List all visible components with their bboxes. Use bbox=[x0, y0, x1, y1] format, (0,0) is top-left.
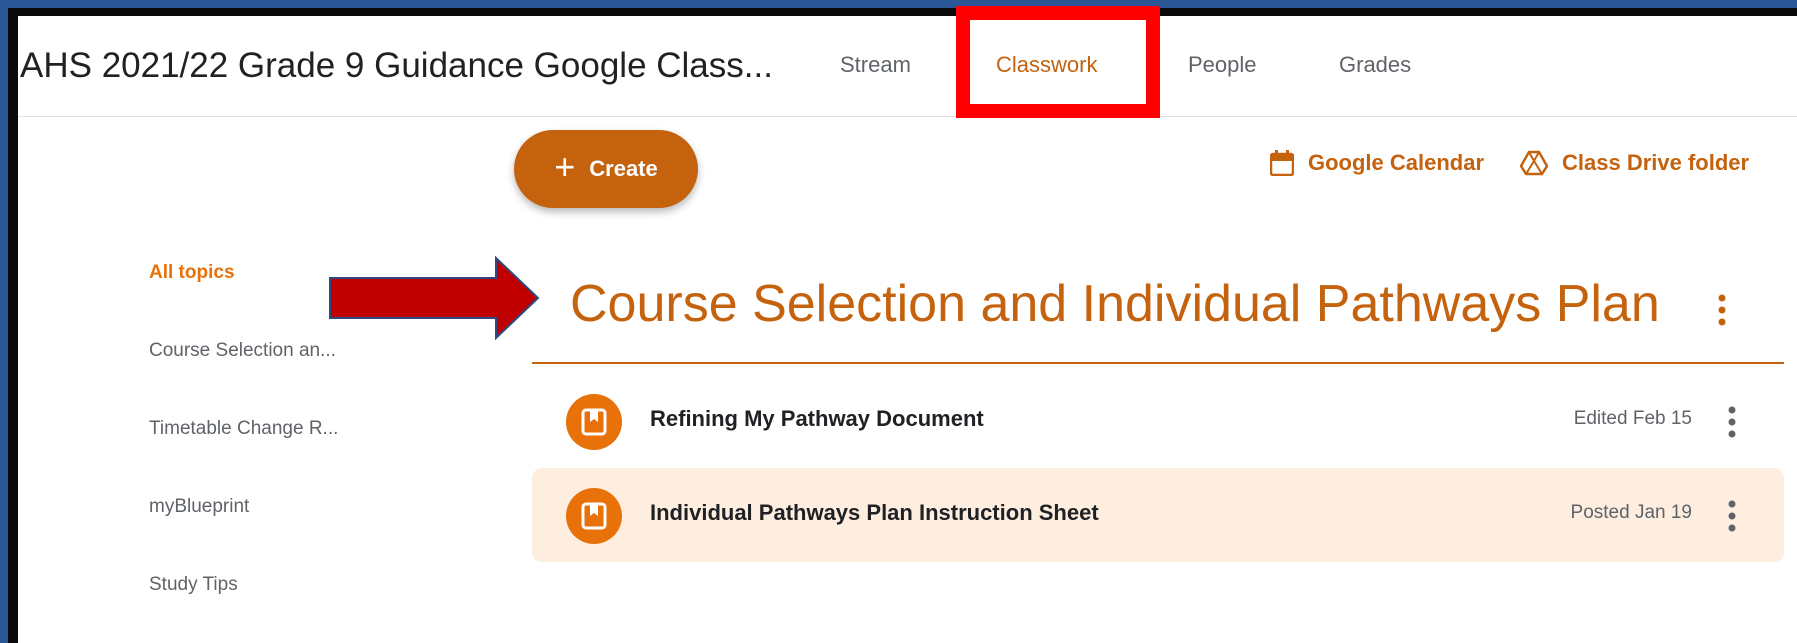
top-bar: AHS 2021/22 Grade 9 Guidance Google Clas… bbox=[18, 16, 1797, 117]
calendar-icon bbox=[1270, 150, 1294, 176]
class-title[interactable]: AHS 2021/22 Grade 9 Guidance Google Clas… bbox=[20, 46, 773, 86]
red-arrow-icon bbox=[329, 256, 540, 340]
create-button[interactable]: + Create bbox=[514, 130, 698, 208]
google-calendar-link[interactable]: Google Calendar bbox=[1270, 150, 1484, 176]
material-icon bbox=[566, 394, 622, 450]
topic-myblueprint[interactable]: myBlueprint bbox=[149, 496, 249, 518]
topic-course-selection[interactable]: Course Selection an... bbox=[149, 340, 336, 362]
tab-grades[interactable]: Grades bbox=[1339, 52, 1411, 78]
topic-more-options-icon[interactable] bbox=[1710, 290, 1734, 334]
classwork-item-instruction-sheet[interactable]: Individual Pathways Plan Instruction She… bbox=[532, 468, 1784, 562]
item-title: Individual Pathways Plan Instruction She… bbox=[650, 500, 1099, 525]
tab-people[interactable]: People bbox=[1188, 52, 1257, 78]
item-date: Posted Jan 19 bbox=[1570, 502, 1692, 523]
plus-icon: + bbox=[554, 146, 576, 187]
class-drive-folder-link[interactable]: Class Drive folder bbox=[1520, 150, 1749, 176]
google-calendar-label: Google Calendar bbox=[1308, 150, 1485, 175]
create-label: Create bbox=[589, 156, 658, 181]
topic-divider bbox=[532, 362, 1784, 364]
classroom-app: AHS 2021/22 Grade 9 Guidance Google Clas… bbox=[18, 16, 1797, 643]
classwork-highlight-box bbox=[956, 6, 1160, 118]
item-more-options-icon[interactable] bbox=[1720, 402, 1744, 442]
topic-timetable-change[interactable]: Timetable Change R... bbox=[149, 418, 338, 440]
topic-heading: Course Selection and Individual Pathways… bbox=[570, 275, 1660, 333]
item-title: Refining My Pathway Document bbox=[650, 406, 984, 431]
classwork-item-refining-pathway[interactable]: Refining My Pathway Document Edited Feb … bbox=[532, 374, 1784, 468]
tab-stream[interactable]: Stream bbox=[840, 52, 911, 78]
item-date: Edited Feb 15 bbox=[1573, 408, 1692, 429]
topic-all-topics[interactable]: All topics bbox=[149, 262, 235, 284]
material-icon bbox=[566, 488, 622, 544]
drive-icon bbox=[1520, 150, 1548, 176]
topic-study-tips[interactable]: Study Tips bbox=[149, 574, 238, 596]
item-more-options-icon[interactable] bbox=[1720, 496, 1744, 536]
class-drive-folder-label: Class Drive folder bbox=[1562, 150, 1750, 175]
